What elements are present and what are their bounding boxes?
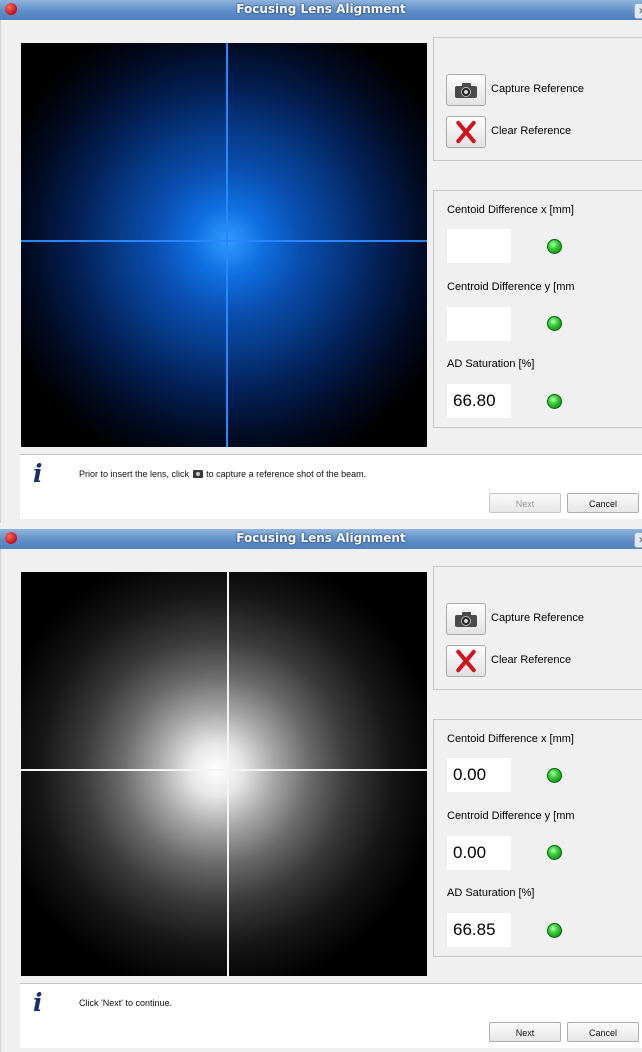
- saturation-label: AD Saturation [%]: [447, 358, 535, 370]
- saturation-label: AD Saturation [%]: [447, 887, 535, 899]
- info-message-after: to capture a reference shot of the beam.: [206, 469, 367, 479]
- capture-reference-button[interactable]: [446, 74, 486, 106]
- lens-alignment-window-1: Focusing Lens Alignment ✕ Capture Refere…: [0, 0, 642, 523]
- centroid-x-status-led: [547, 768, 562, 783]
- next-button[interactable]: Next: [489, 493, 561, 513]
- centroid-y-status-led: [547, 316, 562, 331]
- camera-icon: [455, 611, 477, 627]
- saturation-status-led: [547, 394, 562, 409]
- lens-alignment-window-2: Focusing Lens Alignment ✕ Capture Refere…: [0, 529, 642, 1052]
- measurements-panel: Centoid Difference x [mm] 0.00 Centroid …: [433, 719, 642, 957]
- beam-image: [21, 572, 427, 976]
- camera-icon: [455, 82, 477, 98]
- info-icon: i: [33, 988, 43, 1017]
- info-icon: i: [33, 459, 43, 488]
- clear-reference-button[interactable]: [446, 116, 486, 148]
- centroid-x-label: Centoid Difference x [mm]: [447, 733, 574, 745]
- capture-reference-label: Capture Reference: [491, 612, 584, 624]
- reference-panel: Capture Reference Clear Reference: [433, 37, 642, 161]
- crosshair-vertical: [226, 43, 228, 447]
- window-border: [0, 20, 1, 523]
- crosshair-horizontal: [21, 240, 427, 242]
- close-button[interactable]: ✕: [634, 532, 642, 548]
- clear-reference-button[interactable]: [446, 645, 486, 677]
- close-icon: [453, 119, 479, 145]
- centroid-y-label: Centroid Difference y [mm: [447, 281, 575, 293]
- title-bar[interactable]: Focusing Lens Alignment ✕: [0, 529, 642, 549]
- beam-image: [21, 43, 427, 447]
- beam-camera-view: [21, 572, 427, 976]
- info-message: Click 'Next' to continue.: [79, 998, 172, 1008]
- centroid-y-status-led: [547, 845, 562, 860]
- clear-reference-label: Clear Reference: [491, 125, 572, 137]
- beam-camera-view: [21, 43, 427, 447]
- capture-reference-label: Capture Reference: [491, 83, 584, 95]
- info-message: Prior to insert the lens, click to captu…: [79, 469, 366, 479]
- crosshair-vertical: [227, 572, 229, 976]
- reference-panel: Capture Reference Clear Reference: [433, 566, 642, 690]
- centroid-y-field[interactable]: 0.00: [447, 836, 511, 870]
- centroid-x-field[interactable]: [447, 229, 511, 263]
- capture-reference-button[interactable]: [446, 603, 486, 635]
- centroid-y-label: Centroid Difference y [mm: [447, 810, 575, 822]
- measurements-panel: Centoid Difference x [mm] Centroid Diffe…: [433, 190, 642, 428]
- centroid-x-field[interactable]: 0.00: [447, 758, 511, 792]
- saturation-field[interactable]: 66.80: [447, 384, 511, 418]
- next-button[interactable]: Next: [489, 1022, 561, 1042]
- cancel-button[interactable]: Cancel: [567, 1022, 639, 1042]
- centroid-y-field[interactable]: [447, 307, 511, 341]
- saturation-status-led: [547, 923, 562, 938]
- title-bar[interactable]: Focusing Lens Alignment ✕: [0, 0, 642, 20]
- info-message-before: Prior to insert the lens, click: [79, 469, 190, 479]
- crosshair-horizontal: [21, 769, 427, 771]
- info-message-before: Click 'Next' to continue.: [79, 998, 172, 1008]
- close-icon: [453, 648, 479, 674]
- close-button[interactable]: ✕: [634, 3, 642, 19]
- cancel-button[interactable]: Cancel: [567, 493, 639, 513]
- window-title: Focusing Lens Alignment: [236, 2, 406, 16]
- camera-icon: [192, 470, 203, 478]
- centroid-x-label: Centoid Difference x [mm]: [447, 204, 574, 216]
- clear-reference-label: Clear Reference: [491, 654, 572, 666]
- window-border: [0, 549, 1, 1052]
- saturation-field[interactable]: 66.85: [447, 913, 511, 947]
- centroid-x-status-led: [547, 239, 562, 254]
- window-title: Focusing Lens Alignment: [236, 531, 406, 545]
